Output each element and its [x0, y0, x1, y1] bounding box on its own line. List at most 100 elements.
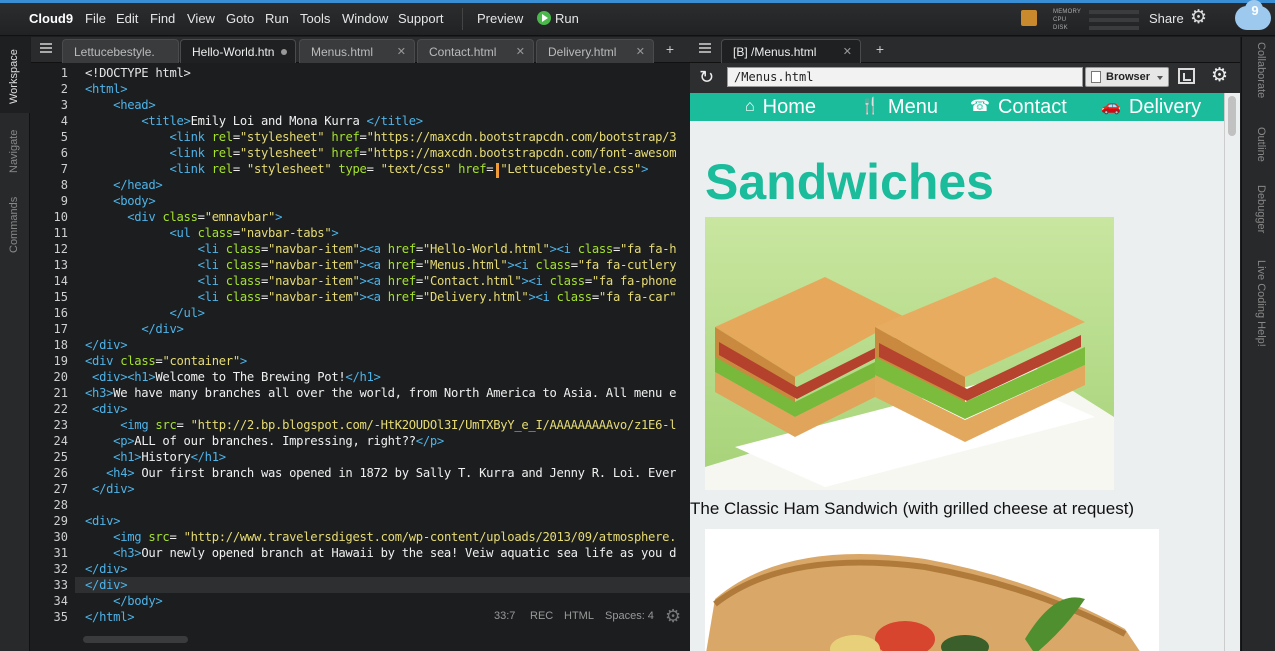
preview-button[interactable]: Preview: [477, 11, 523, 26]
code-line[interactable]: <body>: [85, 194, 156, 208]
tab-debugger[interactable]: Debugger: [1255, 185, 1267, 233]
preview-tab-menus[interactable]: [B] /Menus.html ✕: [721, 39, 861, 63]
menu-view[interactable]: View: [187, 11, 215, 26]
code-line[interactable]: </ul>: [85, 306, 205, 320]
line-number: 8: [60, 178, 68, 192]
editor-tab-menus[interactable]: Menus.html ✕: [299, 39, 415, 63]
code-line[interactable]: <h3>Our newly opened branch at Hawaii by…: [85, 546, 676, 560]
code-line[interactable]: <h1>History</h1>: [85, 450, 226, 464]
horizontal-scrollbar[interactable]: [83, 636, 188, 643]
close-icon[interactable]: ✕: [397, 45, 406, 58]
nav-home-link[interactable]: ⌂ Home: [745, 96, 816, 119]
run-icon[interactable]: [537, 11, 551, 25]
editor-tab-contact[interactable]: Contact.html ✕: [417, 39, 534, 63]
code-line[interactable]: <link rel="stylesheet" href="https://max…: [85, 146, 676, 160]
tab-collaborate[interactable]: Collaborate: [1255, 42, 1267, 98]
nav-menu-link[interactable]: 🍴 Menu: [860, 96, 938, 119]
tab-list-menu-icon[interactable]: [40, 43, 52, 53]
cutlery-icon: 🍴: [860, 98, 880, 115]
code-line[interactable]: <p>ALL of our branches. Impressing, righ…: [85, 434, 444, 448]
line-number: 31: [53, 546, 68, 560]
close-icon[interactable]: ✕: [516, 45, 525, 58]
line-number: 19: [53, 354, 68, 368]
syntax-mode[interactable]: HTML: [564, 610, 594, 622]
code-line[interactable]: <div class="container">: [85, 354, 247, 368]
code-editor[interactable]: 1 2 3 4 5 6 7 8 9 10 11 12 13 14 15 16 17 18 19 20 21 22 23 24 2…: [31, 64, 690, 651]
preview-settings-gear-icon[interactable]: ⚙: [1211, 64, 1228, 87]
tab-workspace[interactable]: Workspace: [0, 37, 30, 113]
code-line[interactable]: <div>: [85, 514, 121, 528]
code-line[interactable]: </div>: [85, 322, 184, 336]
menu-tools[interactable]: Tools: [300, 11, 330, 26]
code-line[interactable]: <div>: [85, 402, 128, 416]
nav-contact-link[interactable]: ☎ Contact: [970, 96, 1067, 119]
nav-delivery-link[interactable]: 🚗 Delivery: [1101, 96, 1201, 119]
editor-settings-gear-icon[interactable]: ⚙: [665, 606, 681, 627]
code-line[interactable]: <head>: [85, 98, 156, 112]
code-line[interactable]: <h3>We have many branches all over the w…: [85, 386, 676, 400]
cloud9-cloud-icon[interactable]: 9: [1235, 0, 1271, 30]
tab-list-menu-icon[interactable]: [699, 43, 711, 53]
code-line[interactable]: <html>: [85, 82, 128, 96]
run-button[interactable]: Run: [555, 11, 579, 26]
share-button[interactable]: Share: [1149, 11, 1184, 26]
line-number: 3: [60, 98, 68, 112]
preview-scroll-thumb[interactable]: [1228, 96, 1236, 136]
editor-tab-delivery[interactable]: Delivery.html ✕: [536, 39, 654, 63]
code-line[interactable]: </div>: [85, 578, 128, 592]
reload-icon[interactable]: ↻: [699, 67, 714, 88]
new-tab-plus-icon[interactable]: +: [869, 41, 891, 59]
monitor-icon[interactable]: [1021, 10, 1037, 26]
code-line[interactable]: <li class="navbar-item"><a href="Hello-W…: [85, 242, 677, 256]
code-line[interactable]: <!DOCTYPE html>: [85, 66, 191, 80]
code-line[interactable]: </div>: [85, 562, 128, 576]
code-line[interactable]: <div class="emnavbar">: [85, 210, 282, 224]
code-line[interactable]: <li class="navbar-item"><a href="Menus.h…: [85, 258, 677, 272]
menu-support[interactable]: Support: [398, 11, 444, 26]
menu-find[interactable]: Find: [150, 11, 175, 26]
editor-tab-hello-world[interactable]: Hello-World.htn: [180, 39, 296, 63]
settings-gear-icon[interactable]: ⚙: [1190, 8, 1207, 27]
line-number: 4: [60, 114, 68, 128]
preview-page: ⌂ Home 🍴 Menu ☎ Contact 🚗 Delivery Sandwiche…: [690, 93, 1224, 651]
code-line[interactable]: <link rel="stylesheet" href="https://max…: [85, 130, 676, 144]
code-line[interactable]: <h4> Our first branch was opened in 1872…: [85, 466, 676, 480]
code-line[interactable]: <li class="navbar-item"><a href="Deliver…: [85, 290, 677, 304]
line-number: 2: [60, 82, 68, 96]
code-line[interactable]: <title>Emily Loi and Mona Kurra </title>: [85, 114, 423, 128]
code-line[interactable]: <img src= "http://www.travelersdigest.co…: [85, 530, 676, 544]
tab-navigate[interactable]: Navigate: [0, 117, 30, 185]
rec-indicator[interactable]: REC: [530, 610, 553, 622]
code-line[interactable]: </html>: [85, 610, 135, 624]
code-line[interactable]: <img src= "http://2.bp.blogspot.com/-HtK…: [85, 418, 676, 432]
new-tab-plus-icon[interactable]: +: [659, 41, 681, 59]
code-line[interactable]: </div>: [85, 482, 135, 496]
code-line[interactable]: </head>: [85, 178, 163, 192]
menu-edit[interactable]: Edit: [116, 11, 138, 26]
close-icon[interactable]: ✕: [843, 45, 852, 58]
menu-separator: [462, 8, 463, 30]
menu-window[interactable]: Window: [342, 11, 388, 26]
popout-window-icon[interactable]: [1178, 68, 1195, 84]
line-number: 15: [53, 290, 68, 304]
menu-goto[interactable]: Goto: [226, 11, 254, 26]
browser-select[interactable]: Browser: [1085, 67, 1169, 87]
preview-vertical-scrollbar[interactable]: [1224, 93, 1240, 651]
code-line[interactable]: <ul class="navbar-tabs">: [85, 226, 338, 240]
indent-spaces[interactable]: Spaces: 4: [605, 610, 654, 622]
code-line[interactable]: <div><h1>Welcome to The Brewing Pot!</h1…: [85, 370, 381, 384]
tab-commands[interactable]: Commands: [0, 187, 30, 259]
code-line[interactable]: </div>: [85, 338, 128, 352]
preview-url-input[interactable]: /Menus.html: [727, 67, 1083, 87]
close-icon[interactable]: ✕: [636, 45, 645, 58]
cloud9-brand-menu[interactable]: Cloud9: [29, 11, 73, 26]
editor-tab-lettucebestyle[interactable]: Lettucebestyle.: [62, 39, 179, 63]
line-number: 23: [53, 418, 68, 432]
code-line[interactable]: <link rel= "stylesheet" type= "text/css"…: [85, 162, 648, 176]
menu-file[interactable]: File: [85, 11, 106, 26]
tab-live-coding-help[interactable]: Live Coding Help!: [1255, 260, 1267, 347]
tab-outline[interactable]: Outline: [1255, 127, 1267, 162]
code-line[interactable]: <li class="navbar-item"><a href="Contact…: [85, 274, 677, 288]
menu-run[interactable]: Run: [265, 11, 289, 26]
code-line[interactable]: </body>: [85, 594, 163, 608]
